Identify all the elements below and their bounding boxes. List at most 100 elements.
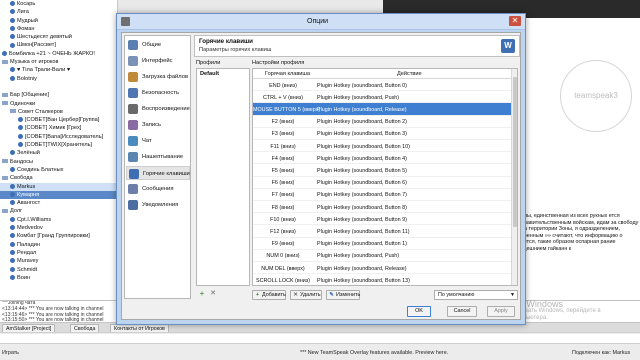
table-row[interactable]: SCROLL LOCK (вниз) Plugin Hotkey (soundbo… xyxy=(253,274,511,285)
status-message[interactable]: *** New TeamSpeak Overlay features avail… xyxy=(300,350,448,356)
tree-user[interactable]: Комбат [Гранд Группировки] xyxy=(0,232,117,240)
tree-channel[interactable]: Совет Сталкеров xyxy=(0,108,117,116)
table-row[interactable]: F12 (вниз) Plugin Hotkey (soundboard, But… xyxy=(253,225,511,238)
tree-label: Шмон[Рассвет] xyxy=(17,42,56,49)
status-connection: Подключен как: Markus xyxy=(572,350,631,356)
table-row[interactable]: CTRL + V (вниз) Plugin Hotkey (soundboard… xyxy=(253,91,511,104)
table-row[interactable]: F2 (вниз) Plugin Hotkey (soundboard, Butt… xyxy=(253,116,511,128)
tree-channel[interactable]: Одиночки xyxy=(0,100,117,108)
tree-label: Комбат [Гранд Группировки] xyxy=(17,233,90,240)
tree-label: Кумарня xyxy=(17,191,40,198)
tree-user[interactable]: Косарь xyxy=(0,0,117,8)
vertical-scrollbar[interactable] xyxy=(511,69,517,285)
tree-user[interactable]: Паладин xyxy=(0,241,117,249)
tree-user[interactable]: Воин xyxy=(0,274,117,282)
nav-item[interactable]: Запись xyxy=(126,118,190,132)
table-row[interactable]: F8 (вниз) Plugin Hotkey (soundboard, Butt… xyxy=(253,201,511,214)
server-description: ены, единственная из всех рукных ется пр… xyxy=(521,213,639,252)
tree-user[interactable]: Мудрый xyxy=(0,17,117,25)
user-status-icon xyxy=(10,1,15,7)
tree-channel[interactable]: Бар [Общение] xyxy=(0,91,117,99)
tree-user[interactable]: Зелёный xyxy=(0,149,117,157)
nav-item[interactable]: Горячие клавиши xyxy=(126,166,190,180)
edit-hotkey-button[interactable]: ✎ Изменить xyxy=(326,290,360,300)
table-row[interactable]: END (вниз) Plugin Hotkey (soundboard, But… xyxy=(253,79,511,92)
tree-user[interactable] xyxy=(0,83,117,91)
nav-item-icon xyxy=(129,169,139,179)
dialog-body: Общие Интерфейс Загрузка файлов Безопасност… xyxy=(121,32,521,320)
tree-user[interactable]: ♥ Тіла Трали-Вали ♥ xyxy=(0,66,117,74)
nav-item[interactable]: Безопасность xyxy=(126,86,190,100)
tree-user[interactable]: Лига xyxy=(0,8,117,16)
nav-item[interactable]: Сообщения xyxy=(126,182,190,196)
hotkeys-table[interactable]: Горячая клавиша Действие END (вниз) Plugi… xyxy=(252,68,518,286)
tree-user[interactable]: [СОВЕТ] Химик [Грех] xyxy=(0,124,117,132)
tree-user[interactable]: Авангост xyxy=(0,199,117,207)
column-header-key[interactable]: Горячая клавиша xyxy=(265,71,310,77)
tree-user[interactable]: [СОВЕТ]Bana[Исследователь] xyxy=(0,133,117,141)
column-header-action[interactable]: Действие xyxy=(397,71,422,77)
user-status-icon xyxy=(10,241,15,247)
profiles-list[interactable]: Default xyxy=(196,68,250,286)
channel-tree[interactable]: Косарь Лига Мудрый Фоман Шестьдесят девятый Ш… xyxy=(0,0,118,300)
tree-user[interactable]: Кумарня xyxy=(0,190,117,200)
profile-item-default[interactable]: Default xyxy=(198,70,248,78)
cancel-button[interactable]: Cancel xyxy=(447,306,477,317)
profiles-label: Профили xyxy=(196,60,221,66)
table-row[interactable]: F10 (вниз) Plugin Hotkey (soundboard, But… xyxy=(253,213,511,226)
chat-input[interactable] xyxy=(0,334,640,344)
delete-profile-icon[interactable]: ✕ xyxy=(209,290,217,298)
nav-item[interactable]: Загрузка файлов xyxy=(126,70,190,84)
user-status-icon xyxy=(18,133,23,139)
table-row[interactable]: NUM 0 (вниз) Plugin Hotkey (soundboard, P… xyxy=(253,250,511,262)
nav-item[interactable]: Общие xyxy=(126,38,190,52)
nav-item[interactable]: Воспроизведение xyxy=(126,102,190,116)
tree-user[interactable]: Markus xyxy=(0,182,117,191)
hotkey-key: F9 (вниз) xyxy=(271,241,295,248)
tree-user[interactable]: [СОВЕТ]TWIX[Хранитель] xyxy=(0,141,117,149)
nav-item-icon xyxy=(128,88,138,98)
dialog-titlebar[interactable]: Опции ✕ xyxy=(117,14,525,30)
tree-user[interactable]: Muravey xyxy=(0,257,117,265)
defaults-dropdown[interactable]: По умолчанию ▼ xyxy=(434,290,518,300)
tree-user[interactable]: Шестьдесят девятый xyxy=(0,33,117,41)
user-status-icon xyxy=(10,274,15,280)
table-row[interactable]: F11 (вниз) Plugin Hotkey (soundboard, But… xyxy=(253,140,511,153)
tree-user[interactable]: Medvedov xyxy=(0,224,117,232)
nav-item-icon xyxy=(128,120,138,130)
tree-channel[interactable]: Музыка от игроков xyxy=(0,58,117,66)
tree-channel[interactable]: Свобода xyxy=(0,174,117,182)
apply-button[interactable]: Apply xyxy=(487,306,515,317)
tree-user[interactable]: Schmidt xyxy=(0,266,117,274)
scrollbar-thumb[interactable] xyxy=(513,77,517,227)
tree-user[interactable]: Фоман xyxy=(0,25,117,33)
tree-channel[interactable]: Бандосы xyxy=(0,158,117,166)
add-profile-icon[interactable]: + xyxy=(198,290,206,298)
table-row[interactable]: F5 (вниз) Plugin Hotkey (soundboard, Butt… xyxy=(253,164,511,177)
tree-user[interactable]: Bolotniy xyxy=(0,75,117,83)
nav-item[interactable]: Интерфейс xyxy=(126,54,190,68)
tree-user[interactable]: Cpt.I.Williams xyxy=(0,216,117,224)
hotkey-action: Plugin Hotkey (soundboard, Button 6) xyxy=(317,180,407,187)
delete-hotkey-button[interactable]: ✕ Удалить xyxy=(290,290,322,300)
table-row[interactable]: F6 (вниз) Plugin Hotkey (soundboard, Butt… xyxy=(253,177,511,189)
nav-item[interactable]: Чат xyxy=(126,134,190,148)
user-status-icon xyxy=(10,67,15,73)
table-row[interactable]: F7 (вниз) Plugin Hotkey (soundboard, Butt… xyxy=(253,189,511,201)
ok-button[interactable]: OK xyxy=(407,306,431,317)
table-row[interactable]: F9 (вниз) Plugin Hotkey (soundboard, Butt… xyxy=(253,238,511,250)
tree-user[interactable]: Шмон[Рассвет] xyxy=(0,41,117,49)
tree-user[interactable]: [СОВЕТ]Ван Цербер[Группа] xyxy=(0,116,117,124)
tree-user[interactable]: Соединь Блатных xyxy=(0,166,117,174)
table-row[interactable]: NUM DEL (вверх) Plugin Hotkey (soundboard… xyxy=(253,262,511,275)
add-hotkey-button[interactable]: + Добавить xyxy=(252,290,286,300)
nav-item[interactable]: Нашептывание xyxy=(126,150,190,164)
tree-user[interactable]: Рендал xyxy=(0,249,117,257)
tree-user[interactable]: Бомбилка +21 ~ ОЧЕНЬ ЖАРКО! xyxy=(0,50,117,58)
tree-channel[interactable]: Долг xyxy=(0,207,117,215)
close-button[interactable]: ✕ xyxy=(509,16,521,26)
table-row[interactable]: F4 (вниз) Plugin Hotkey (soundboard, Butt… xyxy=(253,152,511,165)
table-row[interactable]: F3 (вниз) Plugin Hotkey (soundboard, Butt… xyxy=(253,128,511,140)
table-row[interactable]: MOUSE BUTTON 5 (вверх) Plugin Hotkey (sou… xyxy=(253,103,511,116)
nav-item[interactable]: Уведомления xyxy=(126,198,190,212)
